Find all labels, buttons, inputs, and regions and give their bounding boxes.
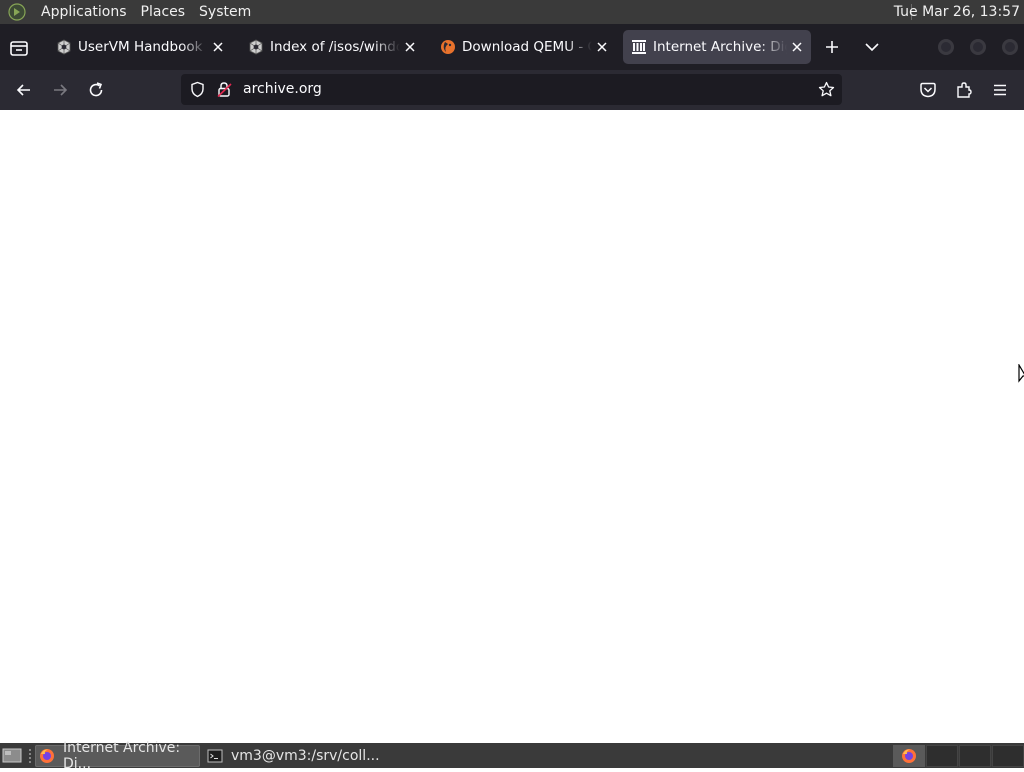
url-bar[interactable]: archive.org [181, 74, 842, 105]
tab-title: Index of /isos/windows [270, 39, 400, 55]
top-panel: Applications Places System Tue Mar 26, 1… [0, 0, 1024, 24]
uservm-icon [57, 39, 71, 55]
taskbar-item-label: vm3@vm3:/srv/coll... [231, 748, 380, 764]
workspace-1[interactable] [893, 745, 925, 767]
tab-index-isos[interactable]: Index of /isos/windows [240, 30, 424, 64]
tab-strip: UserVM Handbook - Ca Index of /isos/wind… [0, 24, 1024, 70]
taskbar-item-firefox[interactable]: Internet Archive: Di... [35, 740, 200, 772]
close-icon[interactable] [402, 39, 418, 55]
bottom-panel: Internet Archive: Di... vm3@vm3:/srv/col… [0, 740, 1024, 772]
extensions-icon[interactable] [954, 80, 974, 100]
url-text[interactable]: archive.org [243, 74, 322, 105]
firefox-icon [902, 749, 916, 763]
uservm-icon [249, 39, 263, 55]
shield-icon[interactable] [189, 81, 206, 98]
tab-internet-archive[interactable]: Internet Archive: Digital [623, 30, 811, 64]
mouse-cursor-icon [1018, 364, 1024, 383]
reload-icon[interactable] [86, 80, 106, 100]
firefox-icon [40, 749, 54, 763]
workspace-4[interactable] [992, 745, 1024, 767]
bookmark-star-icon[interactable] [818, 81, 835, 98]
tab-title: Download QEMU - QEMU [462, 39, 592, 55]
archive-icon [632, 40, 646, 54]
tab-title: Internet Archive: Digital [653, 39, 787, 55]
tab-uservm-handbook[interactable]: UserVM Handbook - Ca [48, 30, 232, 64]
taskbar-item-terminal[interactable]: vm3@vm3:/srv/coll... [203, 745, 380, 767]
clock[interactable]: Tue Mar 26, 13:57 [894, 0, 1020, 24]
workspace-2[interactable] [926, 745, 958, 767]
close-window-button[interactable] [1002, 39, 1018, 55]
terminal-icon [207, 749, 223, 763]
back-icon[interactable] [14, 80, 34, 100]
hamburger-menu-icon[interactable] [990, 80, 1010, 100]
insecure-lock-icon[interactable] [216, 81, 233, 98]
menu-applications[interactable]: Applications [34, 0, 134, 24]
new-tab-icon[interactable] [822, 37, 842, 57]
page-content[interactable] [0, 110, 1024, 743]
maximize-button[interactable] [970, 39, 986, 55]
nav-toolbar: archive.org [0, 70, 1024, 110]
menu-system[interactable]: System [192, 0, 258, 24]
chevron-down-icon[interactable] [862, 37, 882, 57]
menu-places[interactable]: Places [134, 0, 193, 24]
forward-icon[interactable] [50, 80, 70, 100]
qemu-icon [441, 40, 455, 54]
mate-logo-icon[interactable] [8, 3, 26, 21]
close-icon[interactable] [210, 39, 226, 55]
taskbar-item-label: Internet Archive: Di... [63, 740, 181, 772]
tab-download-qemu[interactable]: Download QEMU - QEMU [432, 30, 616, 64]
pocket-icon[interactable] [918, 80, 938, 100]
workspace-3[interactable] [959, 745, 991, 767]
close-icon[interactable] [594, 39, 610, 55]
show-desktop-icon[interactable] [2, 747, 22, 764]
tab-title: UserVM Handbook - Ca [78, 39, 208, 55]
minimize-button[interactable] [938, 39, 954, 55]
panel-handle[interactable] [28, 748, 32, 763]
firefox-view-icon[interactable] [8, 37, 30, 59]
close-icon[interactable] [789, 39, 805, 55]
